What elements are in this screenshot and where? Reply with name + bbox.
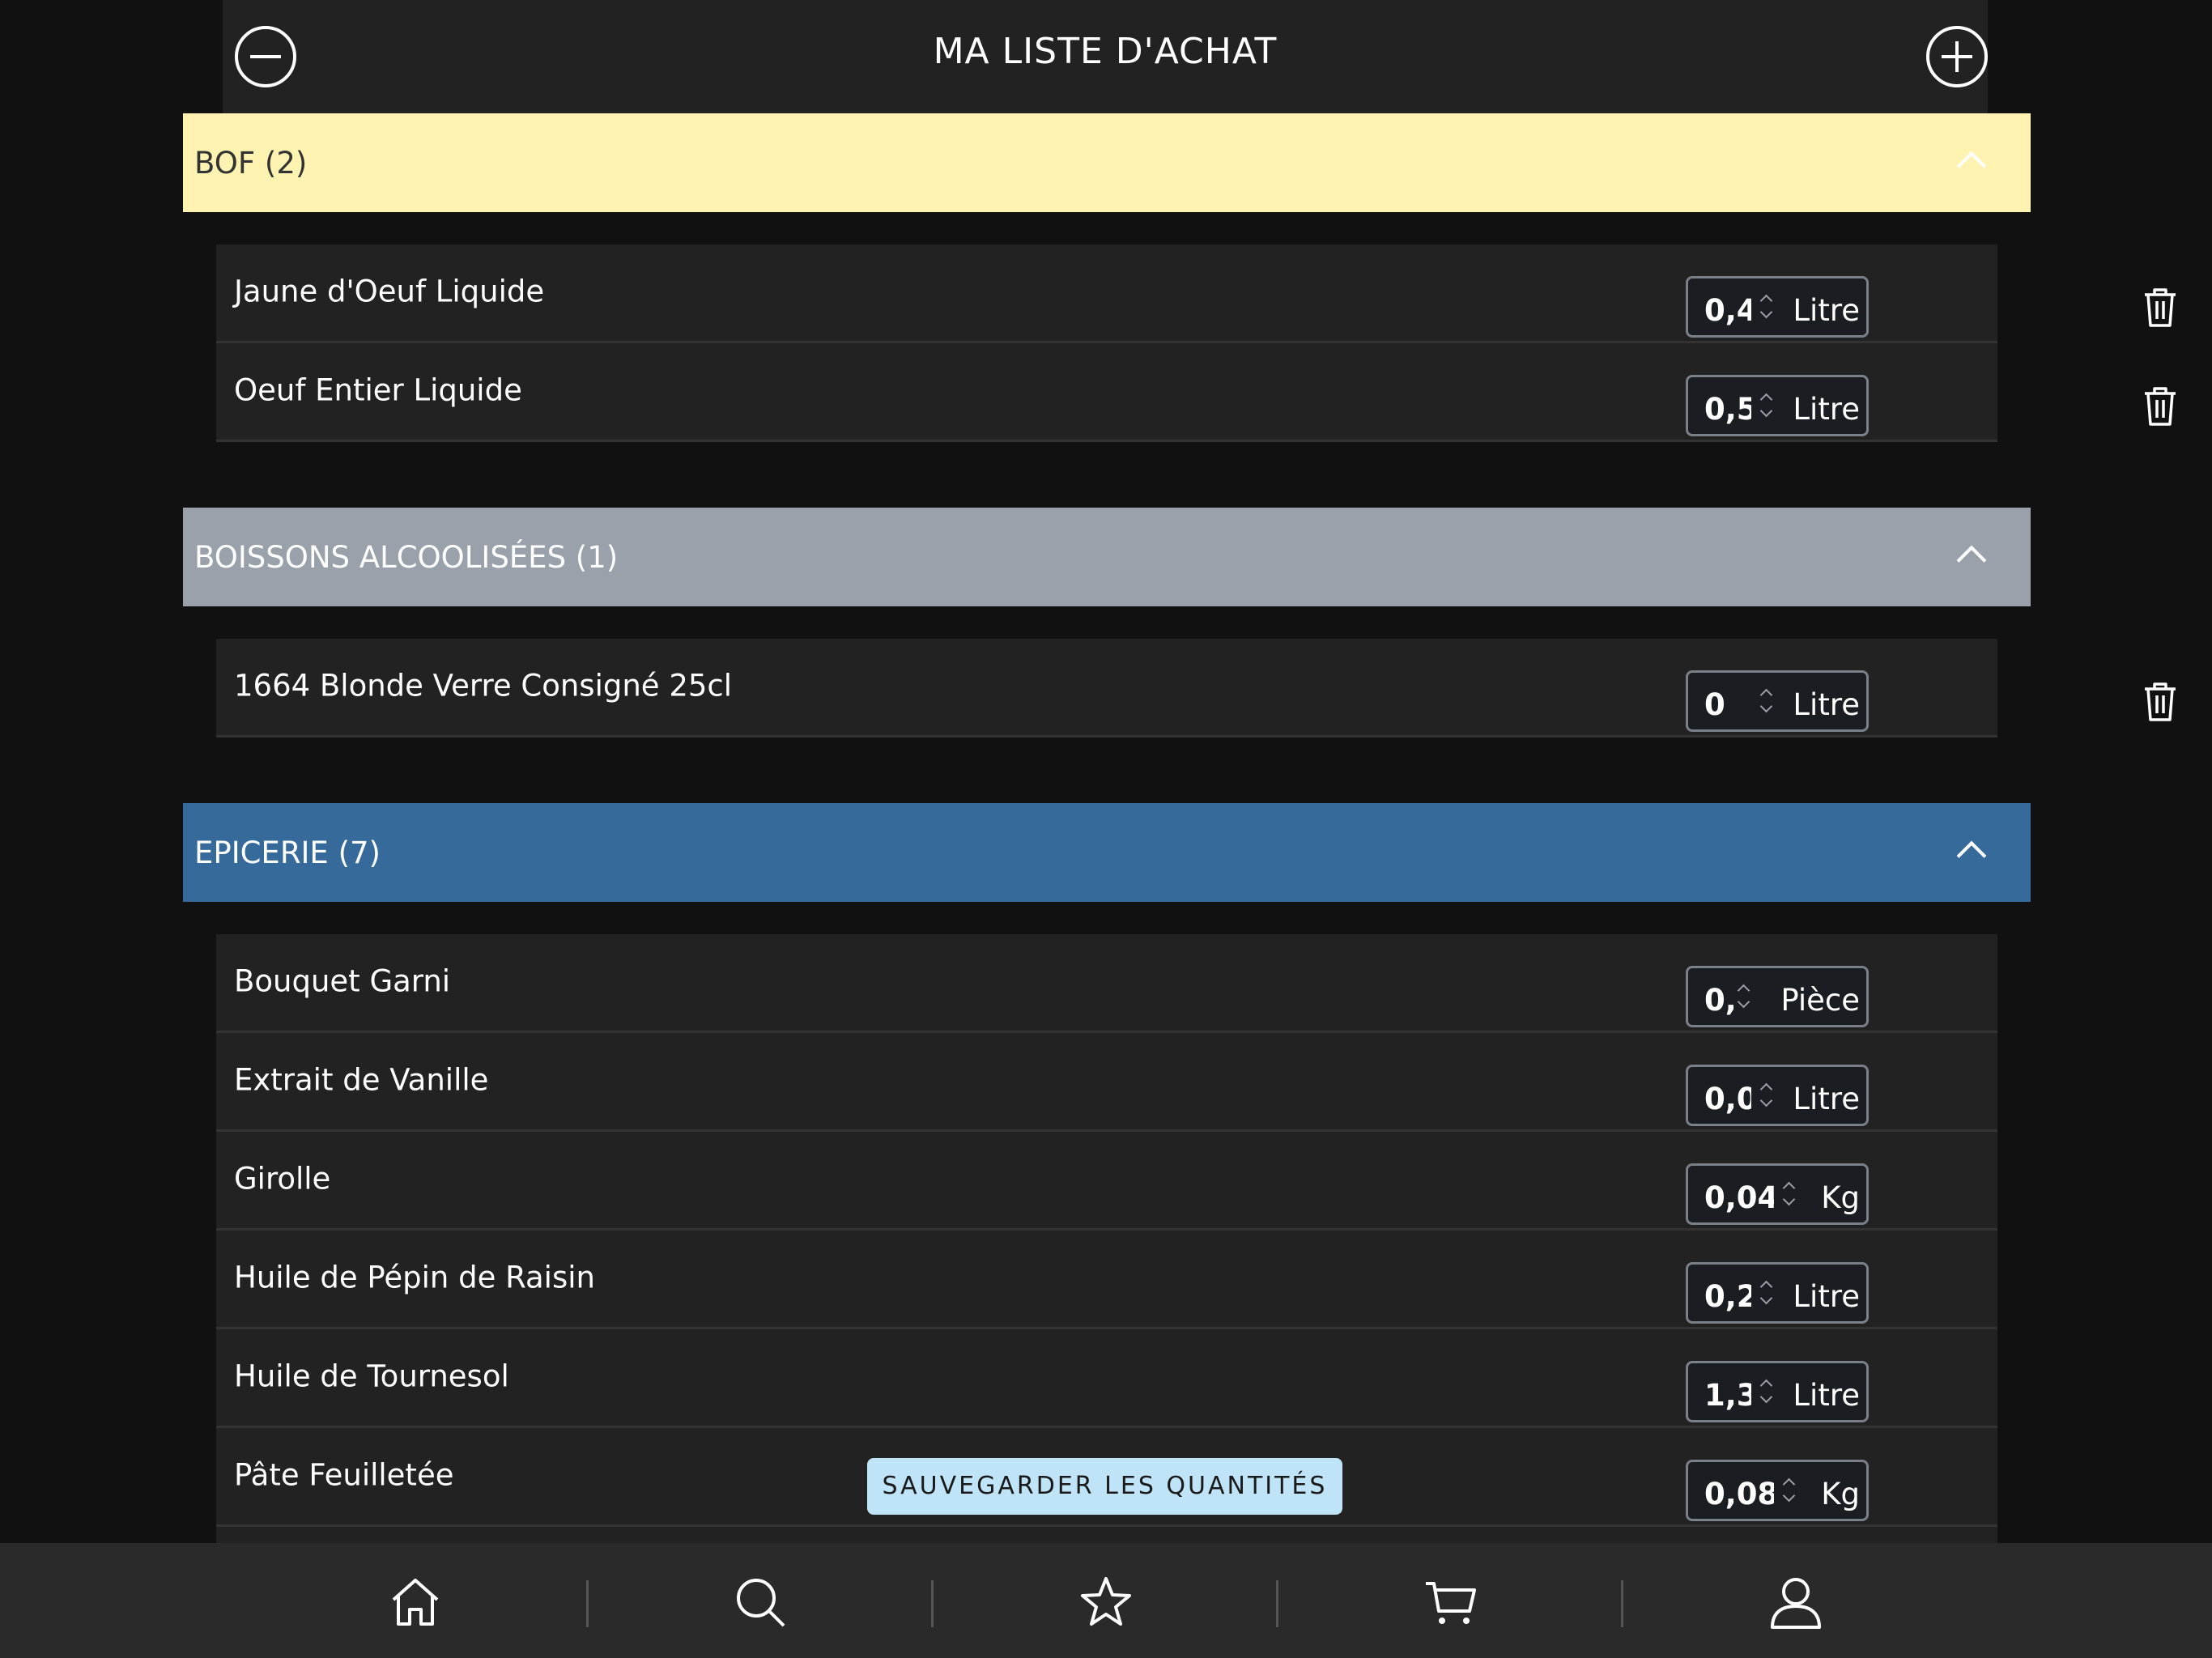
user-icon[interactable] xyxy=(1767,1574,1824,1630)
spinner-icon[interactable] xyxy=(1735,980,1753,1015)
quantity-stepper[interactable]: 0 Litre xyxy=(1686,670,1869,732)
list-item: Oeuf Entier Liquide 0,5 Litre xyxy=(216,343,2176,442)
quantity-value[interactable]: 0,5 xyxy=(1704,392,1751,427)
quantity-stepper[interactable]: 0,4 Litre xyxy=(1686,276,1869,338)
save-quantities-button[interactable]: SAUVEGARDER LES QUANTITÉS xyxy=(867,1458,1342,1515)
unit-label: Pièce xyxy=(1780,983,1860,1018)
quantity-value[interactable]: 0, xyxy=(1704,983,1733,1018)
category-label: EPICERIE (7) xyxy=(194,835,381,870)
spinner-icon[interactable] xyxy=(1780,1177,1798,1213)
quantity-stepper[interactable]: 0, Pièce xyxy=(1686,966,1869,1027)
quantity-value[interactable]: 0,04 xyxy=(1704,1180,1774,1215)
category-panel-epicerie: Bouquet Garni 0, Pièce Extrait de Vanill… xyxy=(216,934,1997,1543)
add-item-button[interactable] xyxy=(1926,26,1988,87)
category-header-epicerie[interactable]: EPICERIE (7) xyxy=(183,803,2031,902)
list-item: 1664 Blonde Verre Consigné 25cl 0 Litre xyxy=(216,639,2176,738)
item-name: Girolle xyxy=(234,1161,331,1197)
item-name: Oeuf Entier Liquide xyxy=(234,372,522,408)
unit-label: Litre xyxy=(1793,293,1860,328)
search-icon[interactable] xyxy=(732,1574,789,1630)
quantity-value[interactable]: 0 xyxy=(1704,687,1751,722)
quantity-stepper[interactable]: 0,5 Litre xyxy=(1686,375,1869,436)
quantity-stepper[interactable]: 0,08 Kg xyxy=(1686,1460,1869,1521)
quantity-stepper[interactable]: 0,2 Litre xyxy=(1686,1262,1869,1324)
quantity-stepper[interactable]: 1,34 Litre xyxy=(1686,1361,1869,1422)
trash-icon[interactable] xyxy=(2142,385,2179,427)
item-name: Huile de Tournesol xyxy=(234,1358,509,1394)
quantity-value[interactable]: 0,0 xyxy=(1704,1082,1751,1116)
quantity-value[interactable]: 0,4 xyxy=(1704,293,1751,328)
list-item: Bouquet Garni 0, Pièce xyxy=(216,934,1997,1033)
header-bar: MA LISTE D'ACHAT xyxy=(223,0,1988,113)
cart-icon[interactable] xyxy=(1423,1574,1479,1630)
list-item: Huile de Pépin de Raisin 0,2 Litre xyxy=(216,1231,1997,1329)
category-header-bof[interactable]: BOF (2) xyxy=(183,113,2031,212)
item-name: Pâte Feuilletée xyxy=(234,1457,454,1493)
unit-label: Litre xyxy=(1793,687,1860,722)
bottom-nav xyxy=(0,1543,2212,1658)
quantity-stepper[interactable]: 0,04 Kg xyxy=(1686,1163,1869,1225)
star-icon[interactable] xyxy=(1078,1574,1134,1630)
unit-label: Litre xyxy=(1793,1082,1860,1116)
item-name: Bouquet Garni xyxy=(234,963,451,999)
category-header-boissons[interactable]: BOISSONS ALCOOLISÉES (1) xyxy=(183,508,2031,606)
list-item: Huile de Tournesol 1,34 Litre xyxy=(216,1329,1997,1428)
spinner-icon[interactable] xyxy=(1758,684,1776,720)
item-name: Huile de Pépin de Raisin xyxy=(234,1260,595,1295)
unit-label: Litre xyxy=(1793,392,1860,427)
item-name: 1664 Blonde Verre Consigné 25cl xyxy=(234,668,733,704)
category-label: BOF (2) xyxy=(194,146,308,181)
item-name: Extrait de Vanille xyxy=(234,1062,489,1098)
quantity-value[interactable]: 0,2 xyxy=(1704,1279,1751,1314)
list-item: Jaune d'Oeuf Liquide 0,4 Litre xyxy=(216,244,2176,343)
unit-label: Kg xyxy=(1821,1180,1860,1215)
chevron-up-icon xyxy=(1956,151,1987,181)
item-name: Jaune d'Oeuf Liquide xyxy=(234,274,545,309)
quantity-stepper[interactable]: 0,0 Litre xyxy=(1686,1065,1869,1126)
category-panel-boissons: 1664 Blonde Verre Consigné 25cl 0 Litre xyxy=(216,639,2176,738)
category-panel-bof: Jaune d'Oeuf Liquide 0,4 Litre Oeuf Enti… xyxy=(216,244,2176,442)
spinner-icon[interactable] xyxy=(1758,1375,1776,1410)
spinner-icon[interactable] xyxy=(1758,389,1776,424)
list-item: Extrait de Vanille 0,0 Litre xyxy=(216,1033,1997,1132)
chevron-up-icon xyxy=(1956,545,1987,576)
trash-icon[interactable] xyxy=(2142,681,2179,723)
category-label: BOISSONS ALCOOLISÉES (1) xyxy=(194,540,619,575)
home-icon[interactable] xyxy=(387,1574,444,1630)
page-title: MA LISTE D'ACHAT xyxy=(933,31,1278,72)
quantity-value[interactable]: 1,34 xyxy=(1704,1378,1751,1413)
unit-label: Litre xyxy=(1793,1378,1860,1413)
spinner-icon[interactable] xyxy=(1758,1276,1776,1312)
chevron-up-icon xyxy=(1956,840,1987,871)
unit-label: Kg xyxy=(1821,1477,1860,1511)
list-item: Girolle 0,04 Kg xyxy=(216,1132,1997,1231)
spinner-icon[interactable] xyxy=(1758,290,1776,325)
spinner-icon[interactable] xyxy=(1758,1078,1776,1114)
unit-label: Litre xyxy=(1793,1279,1860,1314)
quantity-value[interactable]: 0,08 xyxy=(1704,1477,1774,1511)
spinner-icon[interactable] xyxy=(1780,1473,1798,1509)
trash-icon[interactable] xyxy=(2142,287,2179,329)
